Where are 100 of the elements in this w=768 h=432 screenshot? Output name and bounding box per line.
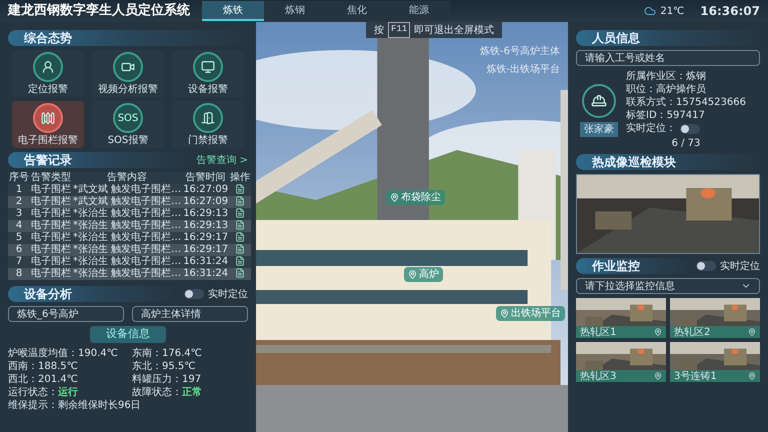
name-button[interactable]: 张家豪 xyxy=(580,122,618,136)
camera-label[interactable]: 热轧区1 xyxy=(576,326,666,338)
table-cell: *张治生 触发电子围栏… xyxy=(72,268,182,280)
toggle-label: 实时定位 xyxy=(208,288,248,302)
pin-icon xyxy=(500,309,509,318)
field-value: 190.4℃ xyxy=(78,346,118,360)
alarm-tile[interactable]: SOS SOS报警 xyxy=(92,101,164,148)
person-field: 所属作业区：炼钢 xyxy=(626,70,746,83)
details-icon[interactable] xyxy=(235,220,246,230)
pin-icon xyxy=(408,270,417,279)
table-cell: 2 xyxy=(8,196,30,208)
toggle-switch[interactable] xyxy=(680,124,700,134)
table-cell: 8 xyxy=(8,268,30,280)
field-label: 西南： xyxy=(8,360,38,372)
camera-label[interactable]: 热轧区3 xyxy=(576,370,666,382)
person-field: 联系方式：15754523666 xyxy=(626,96,746,109)
details-icon[interactable] xyxy=(235,256,246,266)
details-icon[interactable] xyxy=(235,268,246,278)
table-cell: 16:31:24 xyxy=(182,256,230,268)
field-value: 197 xyxy=(182,372,202,386)
table-cell-text: *武文斌 触发电子围栏… xyxy=(72,184,182,196)
person-field: 标签ID：597417 xyxy=(626,109,746,122)
door-icon xyxy=(201,111,215,125)
column-header: 告警时间 xyxy=(182,172,230,184)
field-label: 维保提示： xyxy=(8,398,58,412)
table-cell: 16:31:24 xyxy=(182,268,230,280)
details-icon[interactable] xyxy=(235,208,246,218)
fullscreen-hint: 按 F11 即可退出全屏模式 xyxy=(366,22,502,38)
table-cell-text: *武文斌 触发电子围栏… xyxy=(72,196,182,208)
table-cell: 电子围栏 xyxy=(30,268,72,280)
alarm-tile[interactable]: 门禁报警 xyxy=(172,101,244,148)
page-counter: 6 / 73 xyxy=(670,137,702,150)
table-cell-text: 电子围栏 xyxy=(30,196,72,208)
field-value: 运行 xyxy=(58,386,78,398)
field-value: 正常 xyxy=(182,386,202,398)
select-field[interactable]: 炼铁_6号高炉 xyxy=(8,306,124,322)
table-cell-text: 电子围栏 xyxy=(30,184,72,196)
field-label: 东北： xyxy=(132,360,162,372)
details-icon[interactable] xyxy=(235,184,246,194)
nav-tab[interactable]: 炼铁 xyxy=(202,1,264,21)
field-value: 201.4℃ xyxy=(38,372,78,386)
column-header: 告警类型 xyxy=(30,172,72,184)
pin-icon xyxy=(748,372,756,380)
details-icon[interactable] xyxy=(235,232,246,242)
video-camera-icon xyxy=(121,60,135,74)
toggle-label: 实时定位 xyxy=(720,260,760,274)
table-cell-text: 电子围栏 xyxy=(30,220,72,232)
alarm-tile[interactable]: 视频分析报警 xyxy=(92,50,164,97)
field-value: 95.5℃ xyxy=(162,360,196,372)
table-cell-text: 电子围栏 xyxy=(30,232,72,244)
details-icon[interactable] xyxy=(235,244,246,254)
table-cell: 16:27:09 xyxy=(182,184,230,196)
pin-icon xyxy=(390,193,399,202)
table-cell: 16:29:17 xyxy=(182,244,230,256)
clock: 16:36:07 xyxy=(700,3,760,20)
field-value: 176.4℃ xyxy=(162,346,202,360)
table-cell-text: *张治生 触发电子围栏… xyxy=(72,256,182,268)
table-cell-text: 电子围栏 xyxy=(30,208,72,220)
select-field[interactable]: 请下拉选择监控信息 xyxy=(576,278,760,294)
person-icon xyxy=(41,60,55,74)
temperature: 21℃ xyxy=(660,4,684,18)
table-cell-text: 电子围栏 xyxy=(30,244,72,256)
details-icon[interactable] xyxy=(235,196,246,206)
column-header: 序号 xyxy=(8,172,30,184)
field-value: 188.5℃ xyxy=(38,360,78,372)
table-cell-text: *张治生 触发电子围栏… xyxy=(72,208,182,220)
table-cell: 1 xyxy=(8,184,30,196)
select-field[interactable]: 高炉主体详情 xyxy=(132,306,248,322)
table-cell-text: *张治生 触发电子围栏… xyxy=(72,220,182,232)
pin-icon xyxy=(748,328,756,336)
table-cell: 7 xyxy=(8,256,30,268)
monitor-icon xyxy=(201,60,215,74)
scene-caption: 炼铁-出铁场平台 xyxy=(486,62,560,77)
table-cell: 4 xyxy=(8,220,30,232)
info-heading: 设备信息 xyxy=(90,326,166,342)
person-field: 职位：高炉操作员 xyxy=(626,83,746,96)
alarm-query-link[interactable]: 告警查询 > xyxy=(196,152,248,168)
pin-icon xyxy=(654,372,662,380)
search-field[interactable]: 请输入工号或姓名 xyxy=(576,50,760,66)
toggle-switch[interactable] xyxy=(696,261,716,271)
weather-icon xyxy=(644,5,656,17)
toggle-switch[interactable] xyxy=(184,289,204,299)
camera-label[interactable]: 3号连铸1 xyxy=(670,370,760,382)
field-label: 运行状态： xyxy=(8,386,58,398)
pin-icon xyxy=(654,328,662,336)
alarm-tile[interactable]: 设备报警 xyxy=(172,50,244,97)
camera-label[interactable]: 热轧区2 xyxy=(670,326,760,338)
table-cell: 16:29:17 xyxy=(182,232,230,244)
scene-caption: 炼铁-6号高炉主体 xyxy=(480,44,560,59)
location-marker[interactable]: 布袋除尘 xyxy=(386,190,445,205)
table-cell: 6 xyxy=(8,244,30,256)
table-cell: 5 xyxy=(8,232,30,244)
table-cell-text: *张治生 触发电子围栏… xyxy=(72,232,182,244)
alarm-tile[interactable]: 电子围栏报警 xyxy=(12,101,84,148)
alarm-tile[interactable]: 定位报警 xyxy=(12,50,84,97)
column-header: 操作 xyxy=(229,172,252,184)
app-title: 建龙西钢数字孪生人员定位系统 xyxy=(8,2,191,20)
field-label: 西北： xyxy=(8,372,38,386)
table-cell: 16:27:09 xyxy=(182,196,230,208)
table-cell: 16:29:13 xyxy=(182,208,230,220)
